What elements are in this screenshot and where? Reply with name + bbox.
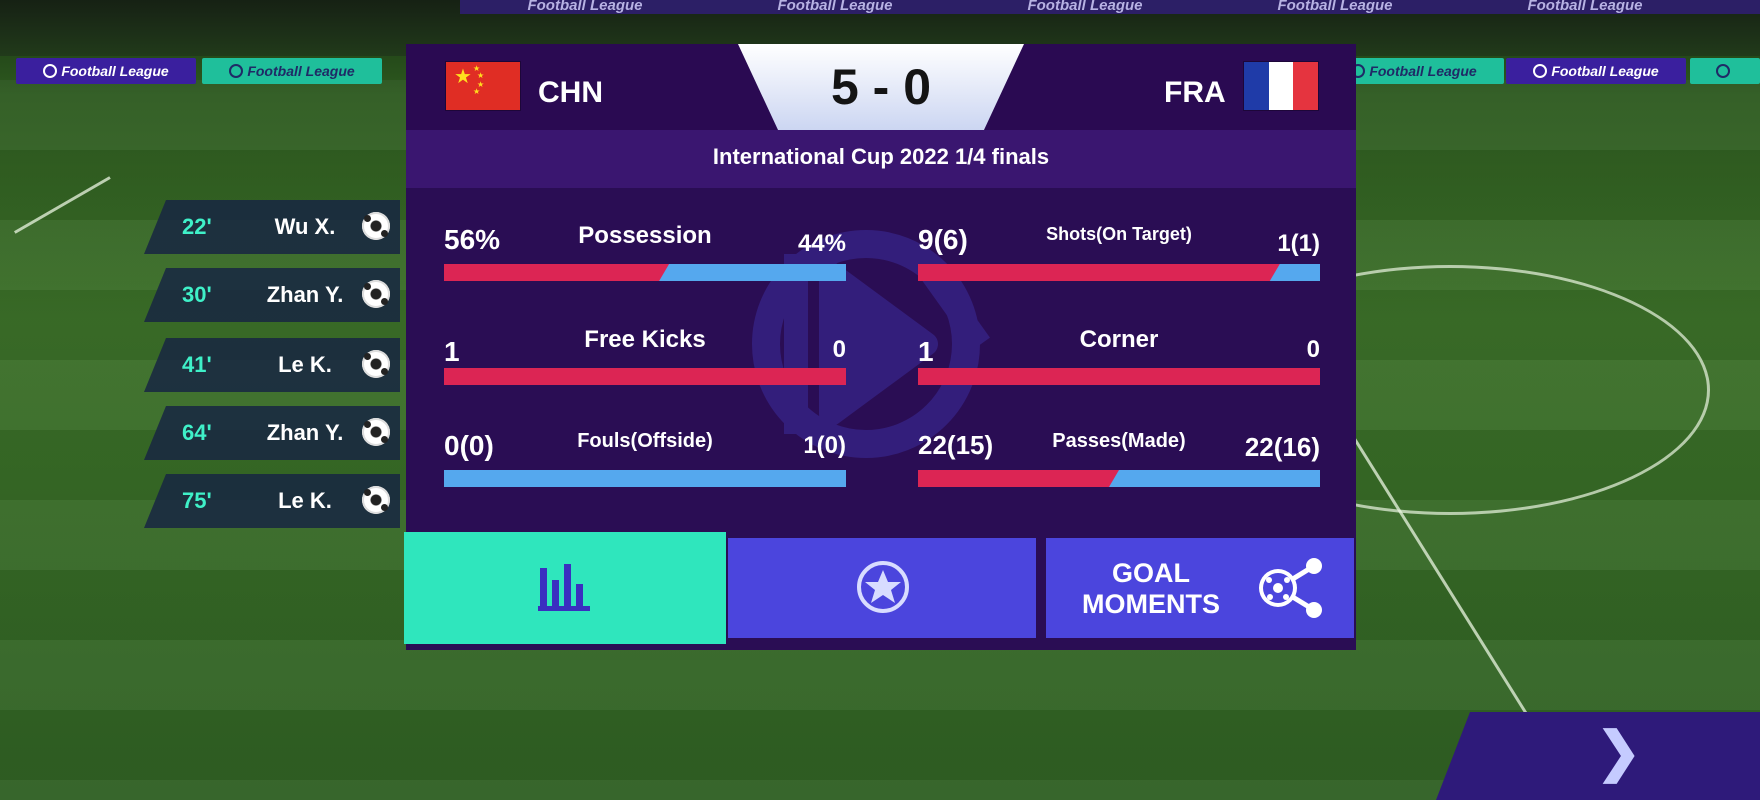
football-logo-icon: [43, 64, 58, 78]
stat-away-value: 1(0): [803, 432, 846, 459]
stat-bar: [444, 368, 846, 385]
away-team-code: FRA: [1164, 76, 1226, 109]
home-share-fill: [918, 368, 1320, 385]
goal-event-row: 30' Zhan Y.: [144, 268, 400, 322]
goal-scorer: Wu X.: [274, 214, 336, 239]
bar-chart-icon: [538, 564, 590, 611]
home-share-fill: [918, 470, 1119, 487]
stat-passes: 22(15) Passes(Made) 22(16): [918, 428, 1320, 490]
goal-event-row: 75' Le K.: [144, 474, 400, 528]
soccer-ball-icon: [362, 280, 390, 308]
football-logo-icon: [229, 64, 244, 78]
stat-bar: [918, 264, 1320, 281]
stat-label: Shots(On Target): [1046, 224, 1192, 244]
stat-bar: [918, 368, 1320, 385]
ad-board: Football League: [202, 58, 382, 84]
goal-event-row: 22' Wu X.: [144, 200, 400, 254]
france-flag-icon: [1244, 62, 1319, 110]
football-logo-icon: [1716, 64, 1730, 78]
next-button[interactable]: ❯: [1436, 712, 1760, 800]
goal-minute: 30': [182, 282, 212, 307]
goal-scorer: Zhan Y.: [266, 420, 344, 445]
home-share-fill: [918, 264, 1280, 281]
ad-board: [1690, 58, 1760, 84]
competition-bar: International Cup 2022 1/4 finals: [406, 130, 1356, 188]
match-stats-panel: ★ ★ ★ ★ ★ CHN 5 - 0 FRA International Cu…: [404, 44, 1356, 650]
stat-away-value: 1(1): [1277, 230, 1320, 257]
scoreboard-header: ★ ★ ★ ★ ★ CHN 5 - 0 FRA: [406, 44, 1356, 130]
stat-free-kicks: 1 Free Kicks 0: [444, 326, 846, 388]
tab-stats[interactable]: [404, 532, 726, 644]
stat-label: Free Kicks: [584, 326, 706, 353]
goal-moments-label: GOAL MOMENTS: [1082, 558, 1220, 619]
stat-away-value: 0: [832, 336, 846, 363]
goal-minute: 75': [182, 488, 212, 513]
stat-label: Possession: [578, 222, 712, 249]
home-share-fill: [444, 368, 846, 385]
goal-scorer: Zhan Y.: [266, 282, 344, 307]
goal-scorer: Le K.: [278, 488, 332, 513]
ad-text: Football League: [777, 0, 893, 14]
ad-text: Football League: [1027, 0, 1143, 14]
stat-label: Corner: [1079, 326, 1159, 353]
home-share-fill: [444, 264, 669, 281]
chevron-right-icon: ❯: [1596, 722, 1642, 782]
stat-bar: [444, 470, 846, 487]
goal-event-row: 41' Le K.: [144, 338, 400, 392]
stat-corner: 1 Corner 0: [918, 326, 1320, 388]
ad-board: Football League: [1506, 58, 1686, 84]
china-flag-icon: ★ ★ ★ ★ ★: [446, 62, 520, 110]
goal-scorer: Le K.: [278, 352, 332, 377]
stat-possession: 56% Possession 44%: [444, 222, 846, 284]
soccer-ball-icon: [362, 350, 390, 378]
stat-fouls: 0(0) Fouls(Offside) 1(0): [444, 428, 846, 490]
ad-board: Football League: [16, 58, 196, 84]
stat-label: Fouls(Offside): [577, 430, 713, 452]
goal-minute: 41': [182, 352, 212, 377]
goal-minute: 22': [182, 214, 212, 239]
tab-player-ratings[interactable]: [728, 538, 1036, 638]
stat-shots: 9(6) Shots(On Target) 1(1): [918, 222, 1320, 284]
goal-event-row: 64' Zhan Y.: [144, 406, 400, 460]
football-logo-icon: [1533, 64, 1548, 78]
stat-away-value: 0: [1306, 336, 1320, 363]
ad-text: Football League: [527, 0, 643, 14]
stat-away-value: 22(16): [1244, 432, 1320, 462]
match-score: 5 - 0: [830, 59, 932, 115]
stat-bar: [444, 264, 846, 281]
score-box: 5 - 0: [738, 44, 1024, 130]
soccer-ball-icon: [362, 486, 390, 514]
stat-bar: [918, 470, 1320, 487]
soccer-ball-icon: [362, 418, 390, 446]
goal-minute: 64': [182, 420, 212, 445]
star-circle-icon: [857, 561, 909, 613]
stat-away-value: 44%: [797, 230, 846, 257]
home-team-code: CHN: [538, 76, 603, 109]
top-ad-banner: Football League Football League Football…: [460, 0, 1760, 14]
ad-text: Football League: [1527, 0, 1643, 14]
ad-text: Football League: [1277, 0, 1393, 14]
soccer-share-icon: [1259, 558, 1322, 618]
competition-title: International Cup 2022 1/4 finals: [712, 144, 1050, 169]
tab-goal-moments[interactable]: GOAL MOMENTS: [1046, 538, 1354, 638]
soccer-ball-icon: [362, 212, 390, 240]
